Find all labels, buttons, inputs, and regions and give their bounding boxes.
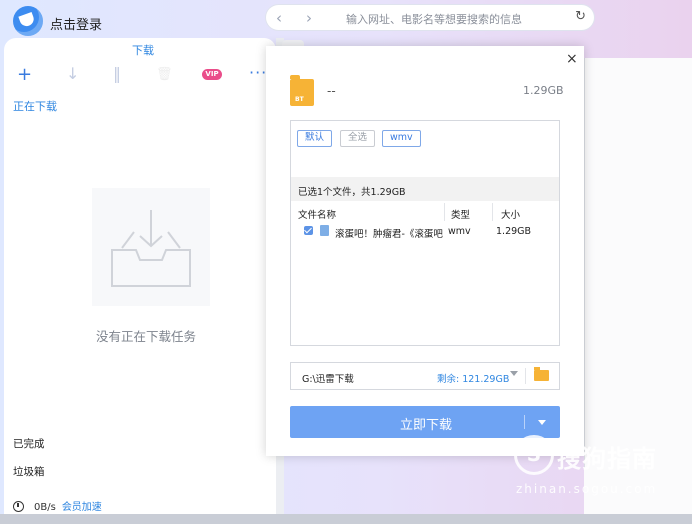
speed-value: 0B/s (34, 502, 56, 513)
login-link[interactable]: 点击登录 (50, 14, 102, 33)
column-divider (492, 203, 493, 221)
button-divider (524, 415, 525, 429)
empty-message: 没有正在下载任务 (96, 329, 197, 344)
empty-inbox-icon (92, 188, 210, 306)
refresh-icon[interactable]: ↻ (575, 9, 586, 24)
file-list-box: 默认 全选 wmv 已选1个文件，共1.29GB 文件名称 类型 大小 滚蛋吧！… (290, 120, 560, 346)
tab-downloading[interactable]: 正在下载 (13, 98, 57, 114)
file-size: 1.29GB (496, 226, 532, 237)
vip-badge[interactable]: VIP (202, 69, 222, 80)
selection-summary-bar: 已选1个文件，共1.29GB (291, 177, 559, 201)
column-name[interactable]: 文件名称 (298, 207, 336, 221)
selection-summary: 已选1个文件，共1.29GB (298, 187, 406, 198)
save-path[interactable]: G:\迅雷下载 (302, 371, 354, 385)
folder-icon[interactable] (534, 367, 549, 381)
file-name: 滚蛋吧！肿瘤君-《滚蛋吧！肿瘤君》 (335, 229, 443, 240)
address-bar[interactable]: ‹ › 输入网址、电影名等想要搜索的信息 ↻ (266, 5, 594, 30)
download-now-button[interactable]: 立即下载 (290, 406, 560, 438)
add-icon[interactable]: + (17, 64, 32, 85)
delete-icon[interactable]: 🗑 (156, 67, 173, 82)
forward-icon[interactable]: › (306, 9, 312, 27)
column-divider (444, 203, 445, 221)
more-icon[interactable]: ··· (249, 63, 267, 82)
column-type[interactable]: 类型 (451, 207, 470, 221)
tab-trash[interactable]: 垃圾箱 (13, 464, 45, 479)
filter-wmv[interactable]: wmv (382, 130, 421, 147)
panel-title: 下载 (132, 44, 154, 57)
download-now-label: 立即下载 (400, 418, 453, 433)
chevron-down-icon[interactable] (510, 371, 518, 376)
member-speedup-link[interactable]: 会员加速 (62, 502, 102, 513)
address-input[interactable]: 输入网址、电影名等想要搜索的信息 (346, 11, 522, 27)
download-icon[interactable]: ↓ (66, 64, 79, 83)
path-divider (525, 368, 526, 384)
pause-icon[interactable]: ‖ (113, 64, 121, 83)
close-icon[interactable]: × (566, 51, 578, 67)
new-task-dialog: × BT -- 1.29GB 默认 全选 wmv 已选1个文件，共1.29GB … (266, 46, 584, 456)
filter-select-all[interactable]: 全选 (340, 130, 376, 147)
chevron-down-icon[interactable] (538, 420, 546, 425)
filter-default[interactable]: 默认 (297, 130, 333, 147)
bt-file-label: BT (295, 96, 304, 103)
task-total-size: 1.29GB (523, 84, 564, 97)
file-type: wmv (448, 226, 471, 237)
back-icon[interactable]: ‹ (276, 9, 282, 27)
bottom-bar (0, 514, 692, 524)
file-checkbox[interactable] (304, 226, 313, 235)
sogou-logo: S (514, 435, 554, 475)
speed-clock-icon (13, 501, 24, 512)
tab-completed[interactable]: 已完成 (13, 436, 45, 451)
bt-file-icon: BT (290, 75, 314, 106)
speed-status: 0B/s 会员加速 (13, 498, 102, 513)
column-size[interactable]: 大小 (501, 207, 520, 221)
task-name: -- (327, 84, 336, 98)
free-space: 剩余: 121.29GB (437, 374, 510, 385)
save-path-field[interactable]: G:\迅雷下载 剩余: 121.29GB (290, 362, 560, 390)
video-file-icon (320, 225, 329, 236)
app-logo (13, 6, 43, 36)
download-panel: 下载 + ↓ ‖ 🗑 VIP ··· 正在下载 没有正在下载任务 已完成 垃圾箱… (4, 38, 276, 514)
watermark-text: 搜狗指南 (557, 445, 657, 473)
watermark-url: zhinan.sogou.com (516, 482, 658, 496)
divider (584, 58, 585, 468)
